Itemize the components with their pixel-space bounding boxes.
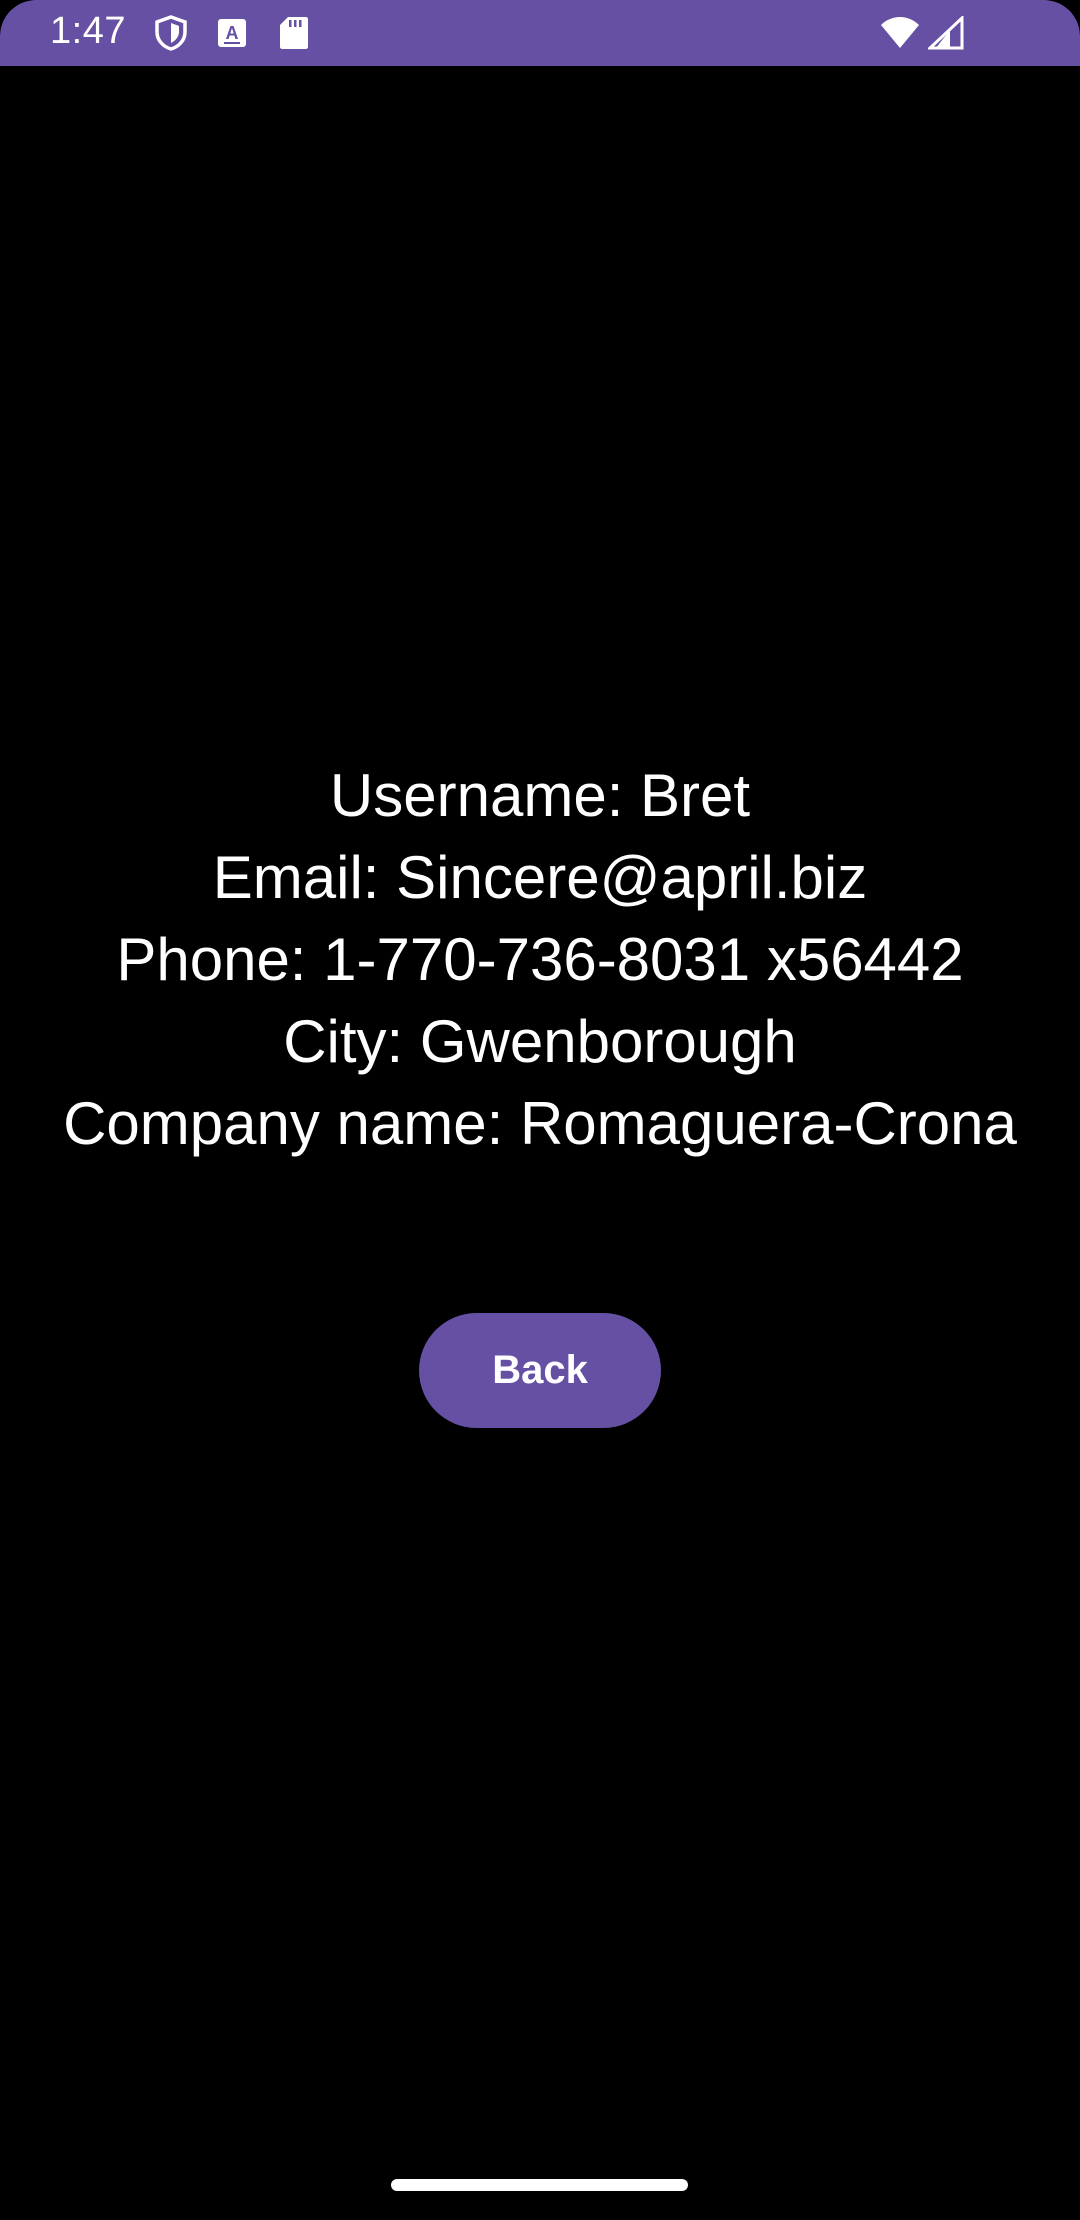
status-time: 1:47 [50, 10, 126, 52]
status-bar: 1:47 A [0, 0, 1080, 66]
a-notification-icon: A [212, 14, 252, 52]
shield-icon [151, 14, 191, 52]
wifi-icon [880, 14, 920, 52]
username-text: Username: Bret [329, 762, 751, 829]
signal-icon [926, 14, 966, 52]
city-text: City: Gwenborough [283, 1008, 797, 1075]
sd-card-icon [274, 14, 314, 52]
company-text: Company name: Romaguera-Crona [63, 1090, 1017, 1157]
app-screen: 1:47 A Username: Bret Email: Sincere@apr… [0, 0, 1080, 2220]
back-button[interactable]: Back [419, 1313, 661, 1428]
phone-text: Phone: 1-770-736-8031 x56442 [116, 926, 964, 993]
svg-text:A: A [226, 23, 239, 43]
home-indicator[interactable] [391, 2179, 688, 2191]
email-text: Email: Sincere@april.biz [212, 844, 868, 911]
user-details: Username: Bret Email: Sincere@april.biz … [0, 755, 1080, 1165]
